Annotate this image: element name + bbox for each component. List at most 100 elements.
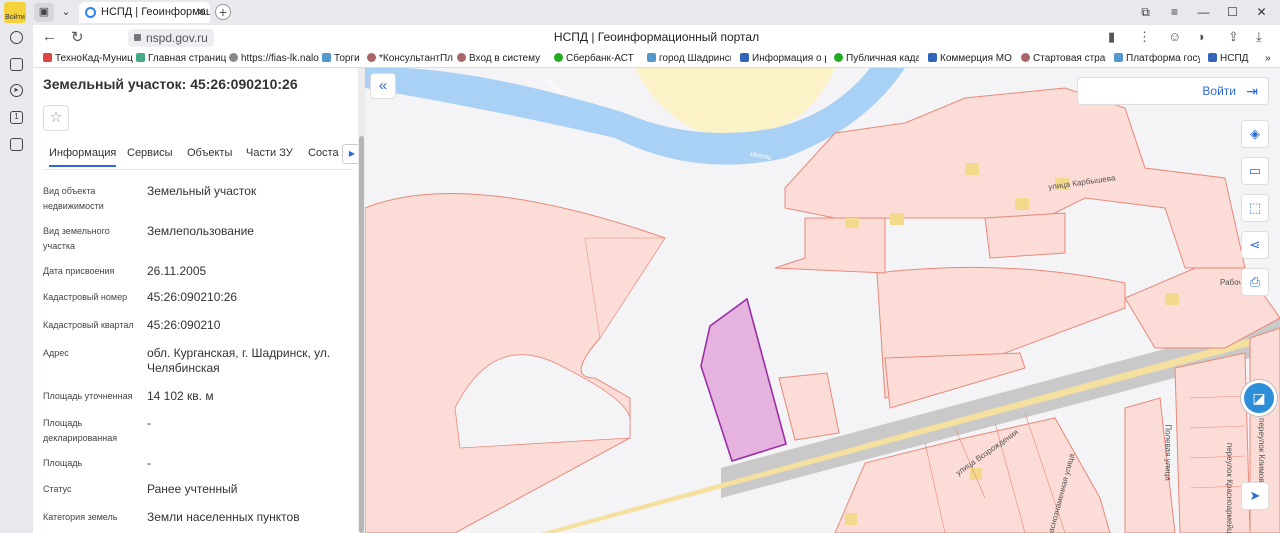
extension-icon[interactable]: ☺ (1168, 29, 1181, 44)
tab-objects[interactable]: Объекты (187, 147, 232, 159)
value-area-declared: - (147, 416, 151, 430)
label-area-specified: Площадь уточненная (43, 391, 133, 401)
value-area: - (147, 456, 151, 470)
bookmark-item[interactable]: *КонсультантПлю (367, 52, 453, 66)
bookmark-item[interactable]: Главная страниц (136, 52, 226, 66)
play-icon[interactable]: ▸ (10, 84, 23, 97)
layers-icon[interactable]: ◈ (1241, 120, 1269, 148)
value-parcel-type: Землепользование (147, 224, 254, 238)
building (890, 213, 904, 225)
bookmarks-more-icon[interactable]: » (1265, 52, 1279, 66)
label-assign-date: Дата присвоения (43, 266, 115, 276)
share-icon[interactable]: ⋖ (1241, 231, 1269, 259)
map-layer (365, 68, 1280, 533)
print-icon[interactable]: ⎙ (1241, 268, 1269, 296)
bookmark-item[interactable]: НСПД (1208, 52, 1258, 66)
consultant-icon (367, 53, 376, 62)
share-icon[interactable]: ⇪ (1228, 29, 1239, 45)
tab-composition[interactable]: Соста (308, 147, 339, 159)
bookmark-item[interactable]: город Шадринск (647, 52, 731, 66)
maximize-window-button[interactable]: ☐ (1218, 0, 1247, 25)
collections-icon[interactable] (10, 58, 23, 71)
scrollbar-thumb[interactable] (359, 136, 364, 533)
label-area: Площадь (43, 458, 83, 468)
assistant-icon[interactable]: ◪ (1241, 380, 1277, 416)
chevron-down-icon[interactable]: ⌄ (56, 3, 76, 22)
building (965, 163, 979, 175)
bookmark-icon[interactable]: ▮ (1108, 29, 1115, 45)
building (970, 468, 982, 480)
building (845, 218, 859, 228)
globe-icon (229, 53, 238, 62)
minimize-window-button[interactable]: — (1189, 0, 1218, 25)
value-land-category: Земли населенных пунктов (147, 510, 300, 524)
panel-scrollbar[interactable] (358, 68, 365, 533)
object-title: Земельный участок: 45:26:090210:26 (43, 76, 298, 92)
value-cadastral-quarter: 45:26:090210 (147, 318, 221, 332)
bookmark-item[interactable]: Платформа госуд (1114, 52, 1200, 66)
cube-icon (740, 53, 749, 62)
bookmark-item[interactable]: Информация о р (740, 52, 826, 66)
tab-group-button[interactable]: ▣ (34, 3, 54, 22)
sber-icon (554, 53, 563, 62)
tab-information[interactable]: Информация (49, 147, 117, 167)
mail-icon (43, 53, 52, 62)
login-icon (457, 53, 466, 62)
bookmark-item[interactable]: Вход в систему (457, 52, 543, 66)
browser-toolbar: ← ↻ nspd.gov.ru НСПД | Геоинформационный… (33, 25, 1280, 51)
globe-icon (85, 7, 96, 18)
parcel-block (774, 217, 886, 274)
street-label: Полевая улица (1163, 424, 1173, 481)
browser-profile-button[interactable]: Войти (4, 2, 26, 23)
emblem-icon (647, 53, 656, 62)
bookmark-item[interactable]: https://fias-lk.nalo (229, 52, 319, 66)
value-object-type: Земельный участок (147, 184, 257, 198)
close-window-button[interactable]: ✕ (1247, 0, 1276, 25)
map-canvas[interactable]: Исеть Исеть улица Карбышева улица Возрож… (365, 68, 1280, 533)
bookmarks-bar: ТехноКад-Муници Главная страниц https://… (33, 51, 1280, 68)
emblem-icon (322, 53, 331, 62)
favorite-star-icon[interactable]: ☆ (43, 105, 69, 131)
collapse-panel-icon[interactable]: « (370, 73, 396, 99)
select-area-icon[interactable]: ⬚ (1241, 194, 1269, 222)
bookmark-item[interactable]: Сбербанк-АСТ - (554, 52, 636, 66)
building (1165, 293, 1179, 305)
bookmark-item[interactable]: Торги (322, 52, 362, 66)
browser-tab-active[interactable]: НСПД | Геоинформац ✕ (79, 2, 210, 23)
bookmark-item[interactable]: Коммерция МО.х (928, 52, 1013, 66)
lock-icon (134, 34, 141, 41)
check-icon (834, 53, 843, 62)
label-status: Статус (43, 484, 72, 494)
tab-parts[interactable]: Части ЗУ (246, 147, 293, 159)
browser-sidebar: ▸ 1 (0, 25, 33, 533)
bookmark-item[interactable]: Стартовая стран (1021, 52, 1106, 66)
close-tab-icon[interactable]: ✕ (196, 2, 206, 23)
history-icon[interactable] (10, 31, 23, 44)
counter-icon[interactable]: 1 (10, 111, 23, 124)
ruler-icon[interactable]: ▭ (1241, 157, 1269, 185)
new-tab-button[interactable]: + (215, 4, 231, 20)
bookmark-item[interactable]: ТехноКад-Муници (43, 52, 133, 66)
more-icon[interactable]: ⋮ (1138, 29, 1151, 45)
value-area-specified: 14 102 кв. м (147, 389, 214, 403)
page-title: НСПД | Геоинформационный портал (553, 30, 760, 44)
menu-icon[interactable]: ≡ (1160, 0, 1189, 25)
value-assign-date: 26.11.2005 (147, 264, 207, 278)
address-bar[interactable]: nspd.gov.ru (128, 29, 214, 47)
back-arrow-icon[interactable]: ← (42, 28, 57, 45)
login-arrow-icon: ⇥ (1246, 83, 1258, 99)
screen-icon[interactable] (10, 138, 23, 151)
tab-services[interactable]: Сервисы (127, 147, 173, 159)
location-arrow-icon[interactable]: ➤ (1241, 482, 1269, 510)
label-land-category: Категория земель (43, 512, 118, 522)
bookmark-item[interactable]: Публичная кадас (834, 52, 919, 66)
login-button[interactable]: Войти ⇥ (1077, 77, 1269, 105)
vpn-icon[interactable]: ◗ (1198, 29, 1206, 44)
download-icon[interactable]: ⤓ (1256, 29, 1262, 45)
reload-icon[interactable]: ↻ (71, 28, 84, 46)
page-icon (1021, 53, 1030, 62)
bookmarks-panel-icon[interactable]: ⧉ (1131, 0, 1160, 25)
parcel-block (1174, 352, 1251, 533)
label-cadastral-quarter: Кадастровый квартал (43, 320, 134, 330)
cube-icon (928, 53, 937, 62)
